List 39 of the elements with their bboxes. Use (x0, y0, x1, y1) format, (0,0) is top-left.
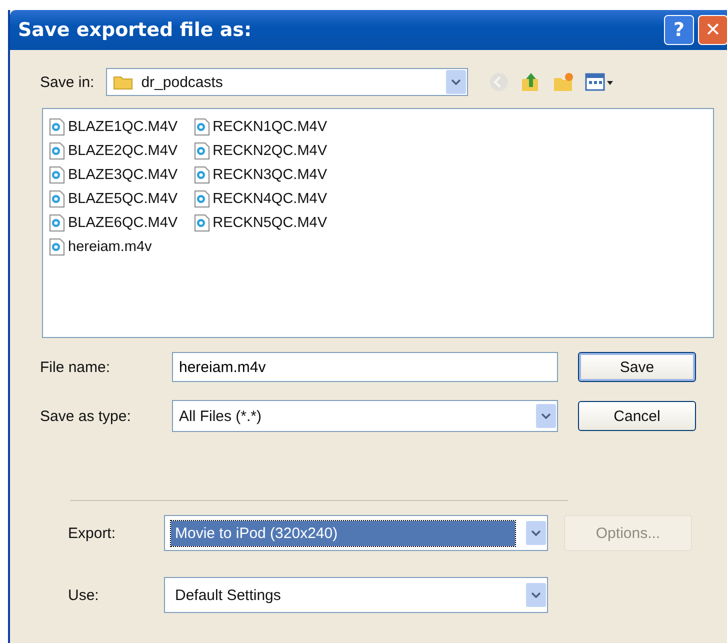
new-folder-icon[interactable] (552, 71, 574, 93)
file-item[interactable]: BLAZE6QC.M4V (49, 213, 178, 233)
file-item[interactable]: BLAZE2QC.M4V (49, 141, 178, 161)
cancel-button[interactable]: Cancel (578, 401, 696, 431)
file-item[interactable]: BLAZE3QC.M4V (49, 165, 178, 185)
movie-file-icon (49, 190, 65, 208)
export-label: Export: (68, 524, 117, 542)
file-item[interactable]: RECKN4QC.M4V (194, 189, 328, 209)
file-item[interactable]: RECKN1QC.M4V (194, 117, 328, 137)
use-label: Use: (68, 586, 100, 604)
movie-file-icon (49, 214, 65, 232)
movie-file-icon (49, 118, 65, 136)
file-item[interactable]: RECKN3QC.M4V (194, 165, 328, 185)
window-title: Save exported file as: (18, 19, 252, 41)
use-dropdown[interactable]: Default Settings (164, 577, 548, 613)
movie-file-icon (49, 238, 65, 256)
help-button[interactable]: ? (664, 15, 694, 45)
save-in-label: Save in: (40, 74, 94, 90)
save-as-type-label: Save as type: (40, 408, 132, 424)
movie-file-icon (194, 142, 210, 160)
export-dropdown[interactable]: Movie to iPod (320x240) (164, 515, 548, 551)
movie-file-icon (49, 166, 65, 184)
file-item[interactable]: BLAZE1QC.M4V (49, 117, 178, 137)
movie-file-icon (194, 166, 210, 184)
movie-file-icon (194, 214, 210, 232)
movie-file-icon (194, 118, 210, 136)
save-in-dropdown[interactable]: dr_podcasts (106, 68, 468, 96)
file-item[interactable]: RECKN5QC.M4V (194, 213, 328, 233)
movie-file-icon (194, 190, 210, 208)
save-button[interactable]: Save (578, 352, 696, 382)
folder-icon (113, 74, 134, 90)
movie-file-icon (49, 142, 65, 160)
file-item[interactable]: hereiam.m4v (49, 237, 178, 257)
file-name-field[interactable]: hereiam.m4v (172, 352, 558, 382)
file-name-label: File name: (40, 358, 112, 376)
file-type-dropdown[interactable]: All Files (*.*) (172, 400, 558, 432)
views-menu-icon[interactable] (584, 71, 614, 93)
file-item[interactable]: BLAZE5QC.M4V (49, 189, 178, 209)
file-item[interactable]: RECKN2QC.M4V (194, 141, 328, 161)
